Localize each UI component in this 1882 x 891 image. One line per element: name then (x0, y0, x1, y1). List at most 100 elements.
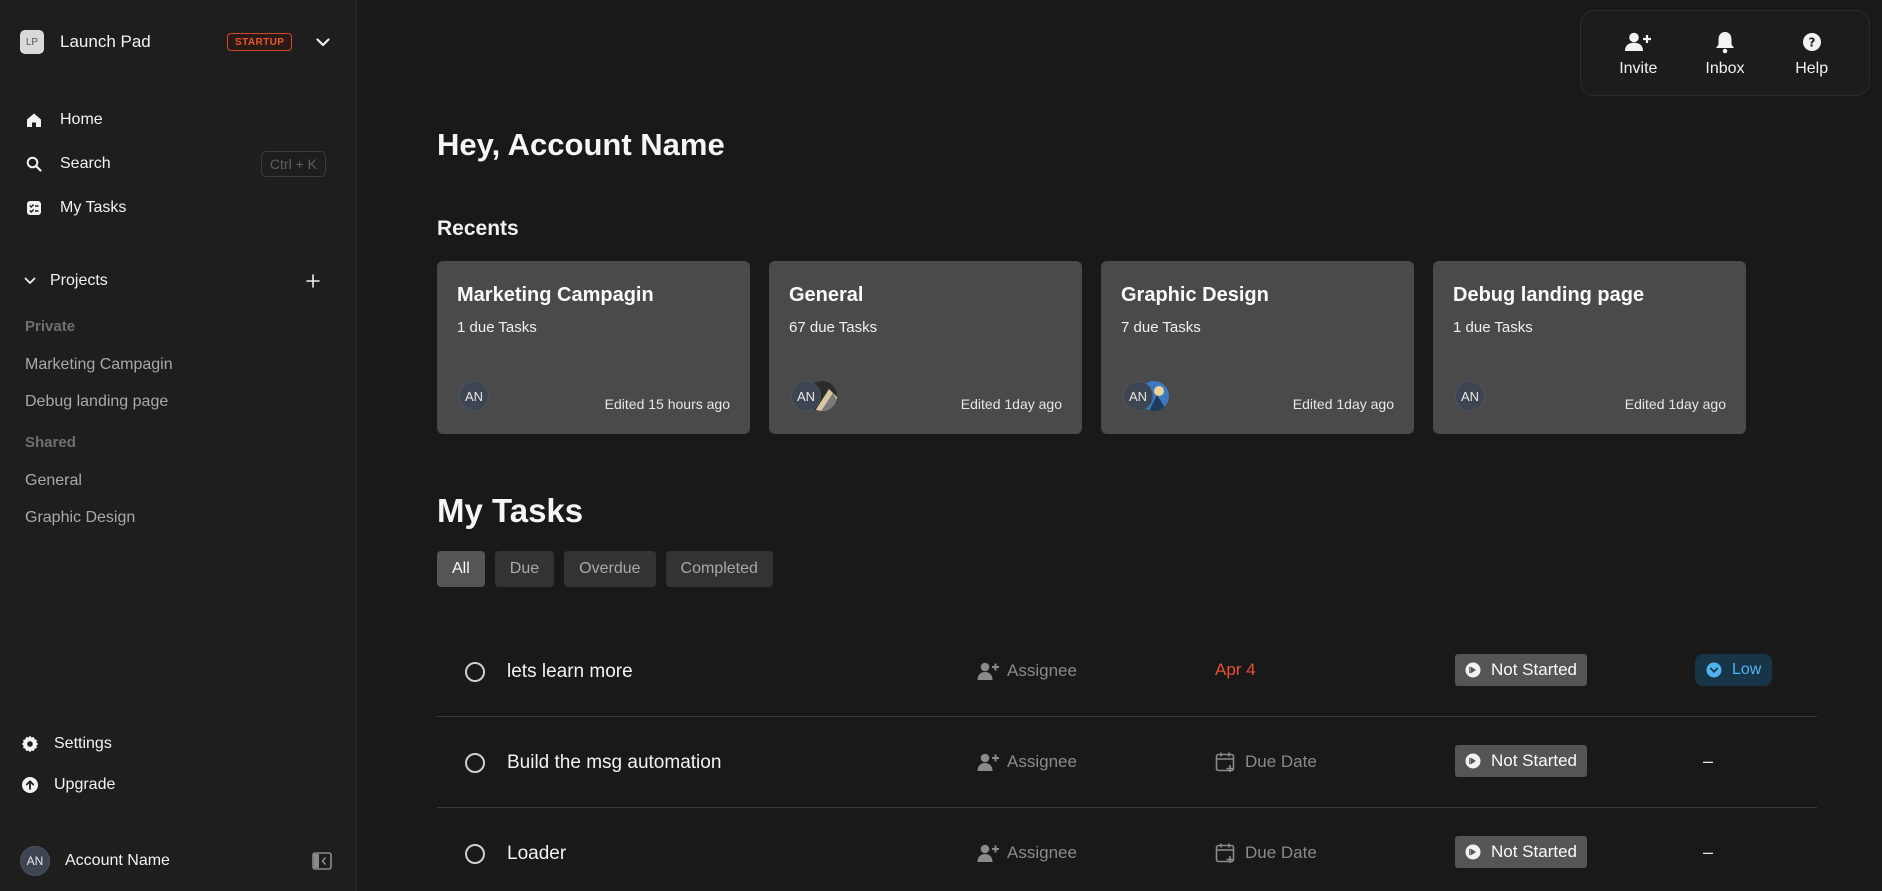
card-title: Debug landing page (1453, 284, 1645, 306)
private-label: Private (25, 318, 76, 335)
search-shortcut: Ctrl + K (260, 151, 326, 177)
due-date-label: Apr 4 (1215, 660, 1256, 679)
add-user-icon (977, 751, 999, 773)
recent-project-card[interactable]: General 67 due Tasks AN Edited 1day ago (769, 261, 1082, 434)
status-icon (1465, 662, 1481, 678)
card-title: Graphic Design (1121, 284, 1269, 306)
assignee-picker[interactable]: Assignee (977, 751, 1077, 773)
card-due-count: 67 due Tasks (789, 319, 878, 336)
help-button[interactable]: ? Help (1777, 29, 1847, 78)
filter-due[interactable]: Due (494, 551, 555, 587)
task-row[interactable]: Build the msg automation Assignee Due Da… (437, 717, 1817, 808)
nav-home-label: Home (60, 111, 103, 128)
project-link[interactable]: Graphic Design (25, 509, 135, 527)
workspace-switcher[interactable]: LP Launch Pad STARTUP (20, 28, 336, 56)
avatar: AN (791, 381, 821, 411)
task-row[interactable]: lets learn more Assignee Apr 4 Not Start… (437, 626, 1817, 717)
task-name[interactable]: lets learn more (507, 661, 633, 683)
task-checkbox[interactable] (465, 662, 485, 682)
status-badge[interactable]: Not Started (1455, 654, 1587, 686)
task-row[interactable]: Loader Assignee Due Date Not Started – (437, 808, 1817, 891)
recent-project-card[interactable]: Marketing Campagin 1 due Tasks AN Edited… (437, 261, 750, 434)
task-name[interactable]: Build the msg automation (507, 752, 721, 774)
due-date-label: Due Date (1245, 752, 1317, 771)
greeting-heading: Hey, Account Name (437, 127, 725, 162)
status-badge[interactable]: Not Started (1455, 745, 1587, 777)
invite-label: Invite (1619, 59, 1658, 77)
calendar-add-icon (1215, 842, 1237, 864)
add-user-icon (1624, 29, 1652, 55)
filter-all[interactable]: All (437, 551, 485, 587)
workspace-name: Launch Pad (60, 32, 151, 51)
due-date-label: Due Date (1245, 843, 1317, 862)
collapse-sidebar-icon[interactable] (312, 852, 332, 870)
card-due-count: 1 due Tasks (457, 319, 537, 336)
plan-badge: STARTUP (227, 33, 293, 51)
avatar: AN (20, 846, 50, 876)
assignee-picker[interactable]: Assignee (977, 842, 1077, 864)
gear-icon (20, 734, 40, 754)
upgrade-label: Upgrade (54, 776, 116, 793)
add-user-icon (977, 842, 999, 864)
upgrade-icon (20, 775, 40, 795)
calendar-add-icon (1215, 751, 1237, 773)
nav-my-tasks-label: My Tasks (60, 199, 127, 216)
status-label: Not Started (1491, 660, 1577, 679)
filter-overdue[interactable]: Overdue (564, 551, 656, 587)
svg-text:?: ? (1808, 35, 1815, 49)
top-actions: Invite Inbox ? Help (1580, 10, 1870, 96)
task-checkbox[interactable] (465, 753, 485, 773)
chevron-down-circle-icon (1706, 662, 1722, 678)
due-date[interactable]: Due Date (1215, 751, 1317, 773)
settings-link[interactable]: Settings (20, 731, 220, 757)
priority-badge[interactable]: Low (1695, 654, 1773, 686)
assignee-label: Assignee (1007, 661, 1077, 680)
card-edited-time: Edited 1day ago (1292, 396, 1394, 412)
projects-title: Projects (50, 272, 108, 289)
invite-button[interactable]: Invite (1603, 29, 1673, 78)
card-due-count: 7 due Tasks (1121, 319, 1201, 336)
account-name: Account Name (65, 852, 170, 869)
priority-empty[interactable]: – (1703, 751, 1713, 772)
due-date[interactable]: Apr 4 (1215, 660, 1256, 680)
recent-project-card[interactable]: Debug landing page 1 due Tasks AN Edited… (1433, 261, 1746, 434)
project-link[interactable]: Marketing Campagin (25, 356, 173, 374)
due-date[interactable]: Due Date (1215, 842, 1317, 864)
projects-header[interactable]: Projects (24, 268, 324, 294)
search-icon (24, 154, 44, 174)
filter-completed[interactable]: Completed (665, 551, 773, 587)
chevron-down-icon[interactable] (312, 31, 334, 53)
nav-search[interactable]: Search Ctrl + K (24, 149, 334, 179)
status-label: Not Started (1491, 751, 1577, 770)
assignee-picker[interactable]: Assignee (977, 660, 1077, 682)
assignee-label: Assignee (1007, 752, 1077, 771)
recent-project-card[interactable]: Graphic Design 7 due Tasks AN Edited 1da… (1101, 261, 1414, 434)
sidebar: LP Launch Pad STARTUP Home Search Ctrl +… (0, 0, 357, 891)
card-edited-time: Edited 1day ago (960, 396, 1062, 412)
card-edited-time: Edited 15 hours ago (604, 396, 730, 412)
home-icon (24, 110, 44, 130)
avatar: AN (1455, 381, 1485, 411)
nav-home[interactable]: Home (24, 105, 334, 135)
inbox-label: Inbox (1705, 59, 1745, 77)
status-badge[interactable]: Not Started (1455, 836, 1587, 868)
project-link[interactable]: Debug landing page (25, 393, 168, 411)
inbox-button[interactable]: Inbox (1690, 29, 1760, 78)
add-project-icon[interactable] (302, 270, 324, 292)
nav-my-tasks[interactable]: My Tasks (24, 193, 334, 223)
card-due-count: 1 due Tasks (1453, 319, 1533, 336)
priority-label: Low (1732, 661, 1762, 678)
recents-heading: Recents (437, 217, 519, 240)
account-menu[interactable]: AN Account Name (20, 846, 336, 876)
upgrade-link[interactable]: Upgrade (20, 772, 220, 798)
chevron-down-icon[interactable] (24, 277, 40, 285)
card-title: General (789, 284, 864, 306)
priority-empty[interactable]: – (1703, 842, 1713, 863)
status-label: Not Started (1491, 842, 1577, 861)
task-checkbox[interactable] (465, 844, 485, 864)
task-name[interactable]: Loader (507, 843, 566, 865)
assignee-label: Assignee (1007, 843, 1077, 862)
project-link[interactable]: General (25, 472, 82, 490)
workspace-logo: LP (20, 30, 44, 54)
help-icon: ? (1802, 29, 1822, 55)
